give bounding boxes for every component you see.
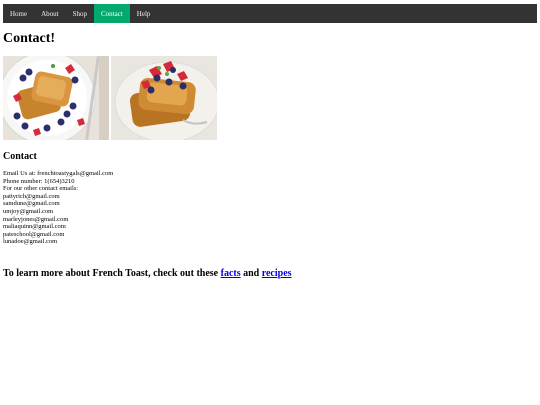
learn-more-middle: and xyxy=(240,268,262,279)
nav-shop[interactable]: Shop xyxy=(66,4,94,23)
learn-more-prefix: To learn more about French Toast, check … xyxy=(3,268,221,279)
other-emails-label: For our other contact emails: xyxy=(3,185,79,193)
contact-email-line: Email Us at: frenchtoastygals@gmail.com xyxy=(3,170,114,177)
contact-email-item: maliaquinn@gmail.com xyxy=(3,223,66,231)
facts-link[interactable]: facts xyxy=(221,268,241,279)
photo-row xyxy=(3,56,219,140)
french-toast-photo-2 xyxy=(111,56,219,140)
nav-contact[interactable]: Contact xyxy=(94,4,130,23)
nav-home[interactable]: Home xyxy=(3,4,34,23)
contact-details: Email Us at: frenchtoastygals@gmail.com … xyxy=(3,170,113,246)
contact-email-item: pateschool@gmail.com xyxy=(3,230,65,238)
contact-email-item: samdune@gmail.com xyxy=(3,200,60,208)
contact-email-item: pattyrich@gmail.com xyxy=(3,192,60,200)
nav-about[interactable]: About xyxy=(34,4,66,23)
top-navbar: Home About Shop Contact Help xyxy=(3,4,537,23)
contact-heading: Contact xyxy=(3,151,37,162)
contact-email-item: marleyjones@gmail.com xyxy=(3,215,69,223)
recipes-link[interactable]: recipes xyxy=(262,268,292,279)
french-toast-photo-1 xyxy=(3,56,111,140)
contact-phone-line: Phone number: 1(654)3210 xyxy=(3,177,75,185)
page-title: Contact! xyxy=(3,31,56,46)
contact-email-item: umjoy@gmail.com xyxy=(3,207,54,215)
contact-email-item: lunadoe@gmail.com xyxy=(3,238,58,246)
nav-help[interactable]: Help xyxy=(130,4,158,23)
learn-more-heading: To learn more about French Toast, check … xyxy=(3,268,292,279)
